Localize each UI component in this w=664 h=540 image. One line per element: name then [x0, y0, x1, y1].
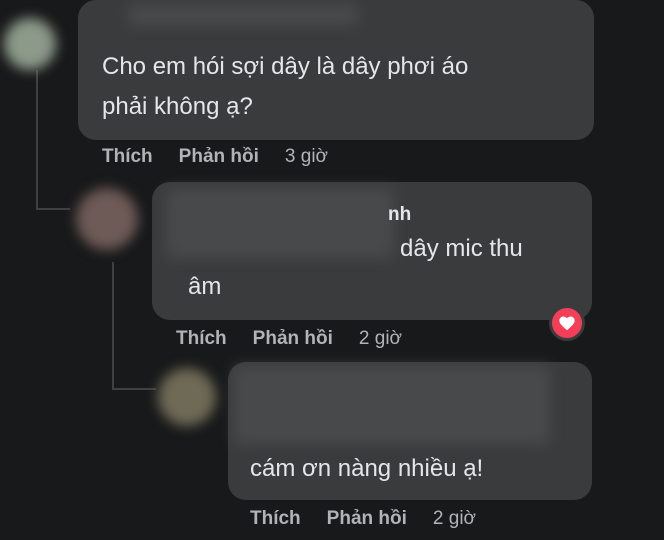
thread-line-branch-2 [112, 388, 156, 390]
comment-timestamp[interactable]: 2 giờ [359, 328, 402, 350]
avatar[interactable] [4, 18, 56, 70]
comment-bubble: cám ơn nàng nhiều ạ! [228, 362, 592, 500]
comment-timestamp[interactable]: 3 giờ [285, 146, 328, 168]
avatar[interactable] [158, 368, 216, 426]
avatar[interactable] [76, 188, 138, 250]
comment-text-line: âm [188, 273, 222, 300]
like-button[interactable]: Thích [176, 328, 227, 350]
comment-timestamp[interactable]: 2 giờ [433, 508, 476, 530]
reply-button[interactable]: Phản hồi [327, 508, 407, 530]
like-button[interactable]: Thích [102, 146, 153, 168]
comment-bubble: Cho em hói sợi dây là dây phơi áo phải k… [78, 0, 594, 140]
thread-line-branch-1 [36, 208, 70, 210]
thread-line-reply [112, 262, 114, 390]
comment-actions: Thích Phản hồi 2 giờ [176, 328, 402, 350]
reply-button[interactable]: Phản hồi [179, 146, 259, 168]
comment-text-line: Cho em hói sợi dây là dây phơi áo [102, 53, 469, 80]
comment-actions: Thích Phản hồi 3 giờ [102, 146, 328, 168]
blurred-author-name [234, 366, 550, 444]
reaction-badge[interactable] [549, 305, 585, 341]
blurred-author-name [166, 188, 394, 258]
like-button[interactable]: Thích [250, 508, 301, 530]
heart-icon [559, 316, 575, 331]
blurred-author-name [128, 4, 358, 26]
reply-button[interactable]: Phản hồi [253, 328, 333, 350]
comment-bubble: nh dây mic thu âm [152, 182, 592, 320]
author-name-fragment[interactable]: nh [388, 204, 411, 226]
comment-actions: Thích Phản hồi 2 giờ [250, 508, 476, 530]
comment-text-line: phải không ạ? [102, 93, 253, 120]
comment-text-line: dây mic thu [400, 235, 523, 262]
thread-line-main [36, 70, 38, 210]
comment-text-line: cám ơn nàng nhiều ạ! [250, 455, 484, 482]
